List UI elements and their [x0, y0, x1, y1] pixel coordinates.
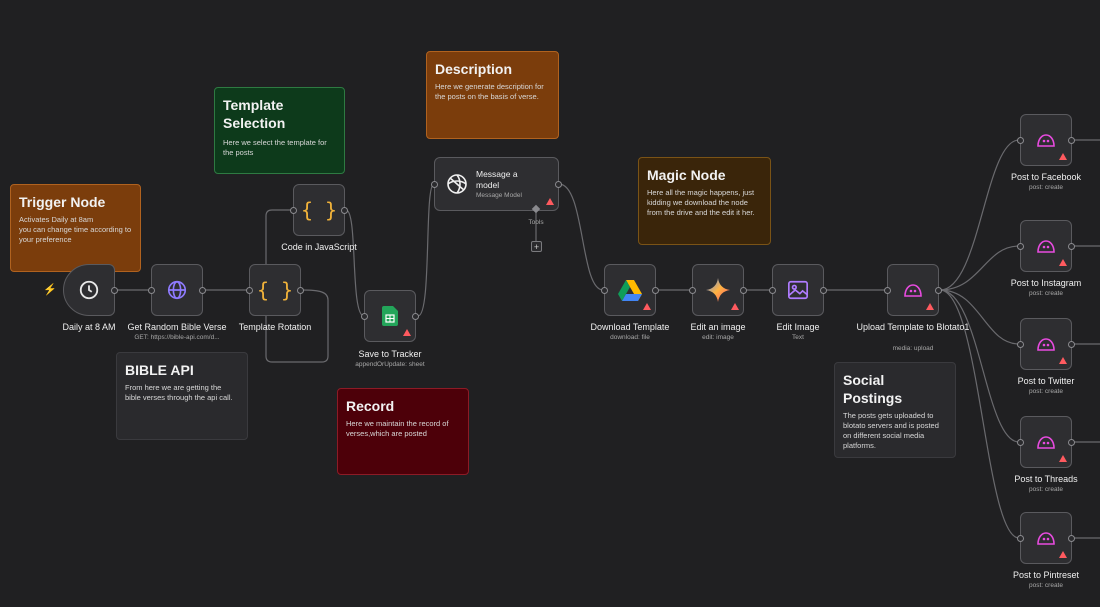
output-port[interactable] [1068, 439, 1075, 446]
node-subtitle: post: create [1029, 486, 1063, 493]
node-post-to-pintreset[interactable] [1017, 512, 1075, 564]
output-port[interactable] [199, 287, 206, 294]
node-edit-an-image[interactable] [689, 264, 747, 316]
clock-icon [64, 265, 114, 315]
node-post-to-facebook[interactable] [1017, 114, 1075, 166]
warning-icon [926, 303, 934, 310]
warning-icon [1059, 455, 1067, 462]
warning-icon [1059, 259, 1067, 266]
sticky-body: Here we select the template for the post… [223, 138, 327, 157]
node-save-to-tracker[interactable] [361, 290, 419, 342]
node-post-to-instagram[interactable] [1017, 220, 1075, 272]
node-code-in-javascript[interactable]: { } [290, 184, 348, 236]
node-label: Edit Image [776, 322, 820, 332]
node-subtitle: post: create [1029, 388, 1063, 395]
node-template-rotation[interactable]: { } [246, 264, 304, 316]
sticky-body: Activates Daily at 8am you can change ti… [19, 215, 132, 244]
sticky-body: Here we maintain the record of verses,wh… [346, 419, 449, 438]
node-label: Post to Twitter [1017, 376, 1075, 386]
node-edit-image[interactable] [769, 264, 827, 316]
warning-icon [1059, 153, 1067, 160]
sticky-record[interactable]: Record Here we maintain the record of ve… [337, 388, 469, 475]
sticky-title: Record [346, 398, 395, 414]
node-label: Upload Template to Blotato1 [856, 322, 970, 332]
node-daily-at-8am[interactable] [63, 264, 118, 316]
node-label: Save to Tracker [358, 349, 422, 359]
output-port[interactable] [740, 287, 747, 294]
sticky-bible-api[interactable]: BIBLE API From here we are getting the b… [116, 352, 248, 440]
sticky-trigger-node[interactable]: Trigger Node Activates Daily at 8am you … [10, 184, 141, 272]
code-icon: { } [256, 278, 294, 302]
node-post-to-twitter[interactable] [1017, 318, 1075, 370]
add-tool-button[interactable]: + [531, 241, 542, 252]
sticky-template-selection[interactable]: Template Selection Here we select the te… [214, 87, 345, 174]
openai-icon [445, 172, 469, 201]
warning-icon [1059, 357, 1067, 364]
output-port[interactable] [297, 287, 304, 294]
node-subtitle: post: create [1029, 184, 1063, 191]
node-upload-template-to-blotato[interactable] [884, 264, 942, 316]
sticky-social-postings[interactable]: Social Postings The posts gets uploaded … [834, 362, 956, 458]
output-port[interactable] [1068, 137, 1075, 144]
sticky-title: Trigger Node [19, 194, 106, 210]
sticky-description[interactable]: Description Here we generate description… [426, 51, 559, 139]
tools-label: Tools [528, 219, 544, 226]
sticky-title: Template Selection [223, 97, 286, 131]
sticky-title: Magic Node [647, 167, 726, 183]
output-port[interactable] [555, 181, 562, 188]
node-subtitle: post: create [1029, 290, 1063, 297]
node-label: Post to Instagram [1010, 278, 1082, 288]
node-label: Message a model [476, 169, 518, 190]
output-port[interactable] [1068, 535, 1075, 542]
node-subtitle: Message Model [476, 192, 522, 199]
node-label: Post to Pintreset [1012, 570, 1080, 580]
warning-icon [403, 329, 411, 336]
sticky-magic-node[interactable]: Magic Node Here all the magic happens, j… [638, 157, 771, 245]
node-subtitle: GET: https://bible-api.com/d... [134, 334, 220, 341]
output-port[interactable] [935, 287, 942, 294]
node-download-template[interactable] [601, 264, 659, 316]
image-icon [773, 265, 823, 315]
output-port[interactable] [820, 287, 827, 294]
code-icon: { } [300, 198, 338, 222]
node-subtitle: appendOrUpdate: sheet [355, 361, 425, 368]
output-port[interactable] [412, 313, 419, 320]
node-label: Post to Threads [1014, 474, 1078, 484]
output-port[interactable] [652, 287, 659, 294]
node-message-a-model[interactable]: Message a model Message Model [431, 157, 562, 211]
node-label: Get Random Bible Verse [127, 322, 227, 332]
node-label: Template Rotation [238, 322, 312, 332]
output-port[interactable] [111, 287, 118, 294]
sticky-title: BIBLE API [125, 362, 194, 378]
output-port[interactable] [1068, 341, 1075, 348]
warning-icon [643, 303, 651, 310]
node-label: Download Template [590, 322, 670, 332]
sticky-title: Description [435, 61, 513, 77]
node-subtitle: Text [792, 334, 804, 341]
sticky-body: Here all the magic happens, just kidding… [647, 188, 755, 217]
node-subtitle: download: file [610, 334, 650, 341]
sticky-body: Here we generate description for the pos… [435, 82, 544, 101]
warning-icon [546, 198, 554, 205]
warning-icon [1059, 551, 1067, 558]
node-label: Code in JavaScript [281, 242, 357, 252]
node-post-to-threads[interactable] [1017, 416, 1075, 468]
sticky-title: Social Postings [843, 372, 903, 406]
node-subtitle: post: create [1029, 582, 1063, 589]
sticky-body: From here we are getting the bible verse… [125, 383, 233, 402]
sticky-body: The posts gets uploaded to blotato serve… [843, 411, 939, 450]
trigger-bolt-icon: ⚡ [43, 284, 57, 296]
warning-icon [731, 303, 739, 310]
node-subtitle: media: upload [892, 345, 934, 352]
globe-icon [152, 265, 202, 315]
output-port[interactable] [341, 207, 348, 214]
node-label: Post to Facebook [1010, 172, 1082, 182]
output-port[interactable] [1068, 243, 1075, 250]
node-get-random-bible-verse[interactable] [148, 264, 206, 316]
input-port[interactable] [431, 181, 438, 188]
